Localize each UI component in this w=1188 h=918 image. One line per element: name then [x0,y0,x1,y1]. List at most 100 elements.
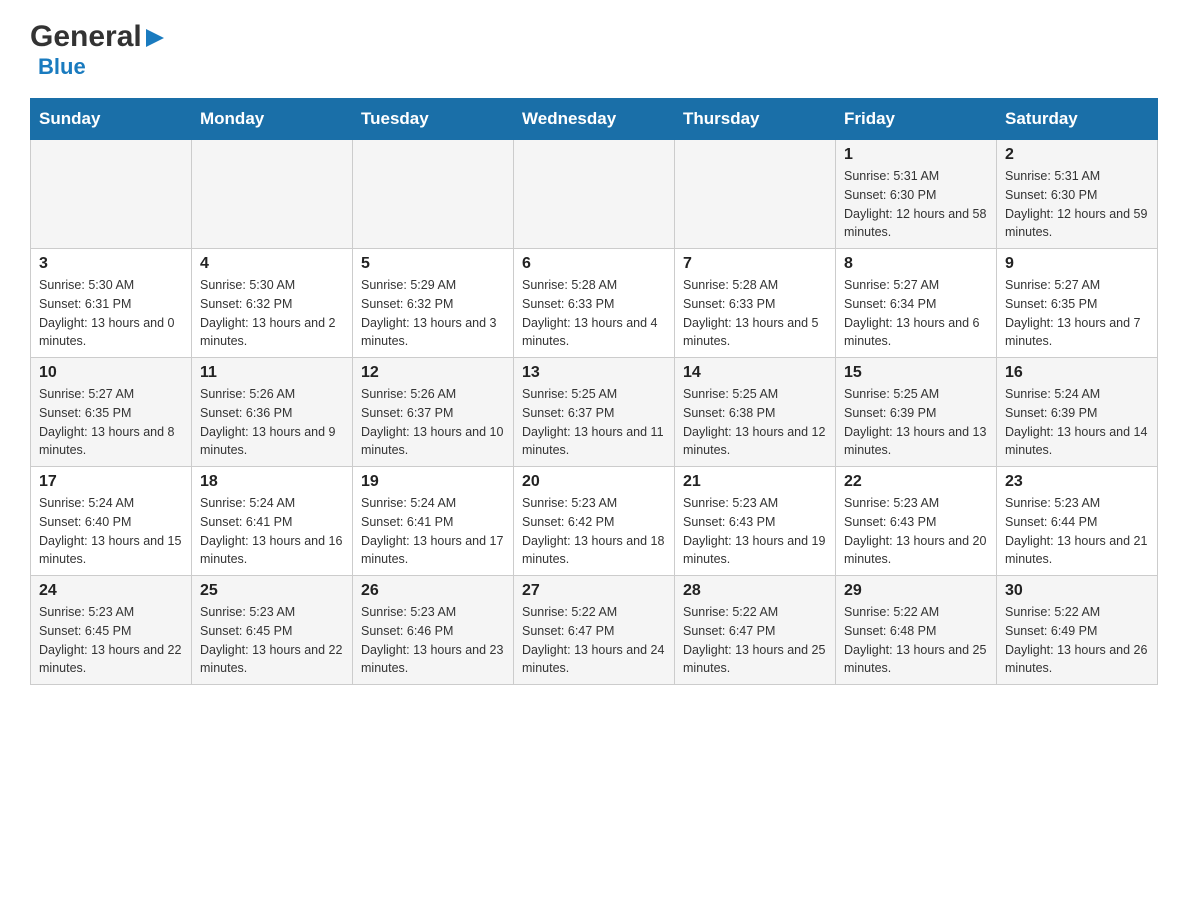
day-number: 19 [361,473,505,491]
day-number: 12 [361,364,505,382]
logo-arrow-icon [144,27,166,49]
calendar-cell: 22 Sunrise: 5:23 AMSunset: 6:43 PMDayligh… [836,467,997,576]
calendar-cell: 13 Sunrise: 5:25 AMSunset: 6:37 PMDayligh… [514,358,675,467]
day-number: 3 [39,255,183,273]
calendar-cell: 1 Sunrise: 5:31 AMSunset: 6:30 PMDaylight… [836,140,997,249]
weekday-header-friday: Friday [836,99,997,140]
day-number: 16 [1005,364,1149,382]
calendar-cell [675,140,836,249]
day-info: Sunrise: 5:24 AMSunset: 6:41 PMDaylight:… [200,494,344,569]
calendar-cell: 7Sunrise: 5:28 AMSunset: 6:33 PMDaylight… [675,249,836,358]
day-number: 2 [1005,146,1149,164]
day-number: 27 [522,582,666,600]
day-info: Sunrise: 5:22 AMSunset: 6:47 PMDaylight:… [522,603,666,678]
weekday-header-saturday: Saturday [997,99,1158,140]
weekday-header-wednesday: Wednesday [514,99,675,140]
calendar-cell [514,140,675,249]
day-number: 11 [200,364,344,382]
day-info: Sunrise: 5:22 AMSunset: 6:49 PMDaylight:… [1005,603,1149,678]
calendar-cell: 10 Sunrise: 5:27 AMSunset: 6:35 PMDayligh… [31,358,192,467]
calendar-cell: 5Sunrise: 5:29 AMSunset: 6:32 PMDaylight… [353,249,514,358]
calendar-cell [31,140,192,249]
weekday-header-tuesday: Tuesday [353,99,514,140]
day-info: Sunrise: 5:22 AMSunset: 6:48 PMDaylight:… [844,603,988,678]
day-number: 9 [1005,255,1149,273]
day-number: 7 [683,255,827,273]
day-number: 25 [200,582,344,600]
calendar-week-row: 17 Sunrise: 5:24 AMSunset: 6:40 PMDayligh… [31,467,1158,576]
calendar-week-row: 3 Sunrise: 5:30 AMSunset: 6:31 PMDaylight… [31,249,1158,358]
calendar-cell: 25 Sunrise: 5:23 AMSunset: 6:45 PMDayligh… [192,576,353,685]
day-info: Sunrise: 5:23 AMSunset: 6:45 PMDaylight:… [200,603,344,678]
logo: General Blue [30,20,166,80]
day-info: Sunrise: 5:25 AMSunset: 6:39 PMDaylight:… [844,385,988,460]
day-info: Sunrise: 5:24 AMSunset: 6:39 PMDaylight:… [1005,385,1149,460]
calendar-header-row: SundayMondayTuesdayWednesdayThursdayFrid… [31,99,1158,140]
day-number: 15 [844,364,988,382]
day-info: Sunrise: 5:24 AMSunset: 6:40 PMDaylight:… [39,494,183,569]
calendar-cell: 30 Sunrise: 5:22 AMSunset: 6:49 PMDayligh… [997,576,1158,685]
day-info: Sunrise: 5:23 AMSunset: 6:43 PMDaylight:… [844,494,988,569]
day-number: 21 [683,473,827,491]
calendar-cell: 24 Sunrise: 5:23 AMSunset: 6:45 PMDayligh… [31,576,192,685]
calendar-week-row: 1 Sunrise: 5:31 AMSunset: 6:30 PMDaylight… [31,140,1158,249]
calendar-table: SundayMondayTuesdayWednesdayThursdayFrid… [30,98,1158,685]
day-info: Sunrise: 5:27 AMSunset: 6:35 PMDaylight:… [39,385,183,460]
day-info: Sunrise: 5:23 AMSunset: 6:45 PMDaylight:… [39,603,183,678]
day-number: 26 [361,582,505,600]
day-number: 10 [39,364,183,382]
weekday-header-monday: Monday [192,99,353,140]
calendar-cell: 17 Sunrise: 5:24 AMSunset: 6:40 PMDayligh… [31,467,192,576]
day-info: Sunrise: 5:31 AMSunset: 6:30 PMDaylight:… [1005,167,1149,242]
day-number: 1 [844,146,988,164]
calendar-cell: 26Sunrise: 5:23 AMSunset: 6:46 PMDayligh… [353,576,514,685]
calendar-cell: 16 Sunrise: 5:24 AMSunset: 6:39 PMDayligh… [997,358,1158,467]
day-number: 23 [1005,473,1149,491]
day-number: 30 [1005,582,1149,600]
day-number: 17 [39,473,183,491]
day-number: 13 [522,364,666,382]
calendar-cell [192,140,353,249]
day-info: Sunrise: 5:22 AMSunset: 6:47 PMDaylight:… [683,603,827,678]
day-number: 24 [39,582,183,600]
calendar-week-row: 10 Sunrise: 5:27 AMSunset: 6:35 PMDayligh… [31,358,1158,467]
day-info: Sunrise: 5:30 AMSunset: 6:32 PMDaylight:… [200,276,344,351]
calendar-cell: 2 Sunrise: 5:31 AMSunset: 6:30 PMDaylight… [997,140,1158,249]
calendar-cell: 9 Sunrise: 5:27 AMSunset: 6:35 PMDaylight… [997,249,1158,358]
calendar-cell: 18 Sunrise: 5:24 AMSunset: 6:41 PMDayligh… [192,467,353,576]
logo-blue-text: Blue [38,54,86,79]
day-number: 8 [844,255,988,273]
weekday-header-thursday: Thursday [675,99,836,140]
calendar-cell [353,140,514,249]
day-info: Sunrise: 5:24 AMSunset: 6:41 PMDaylight:… [361,494,505,569]
day-info: Sunrise: 5:26 AMSunset: 6:36 PMDaylight:… [200,385,344,460]
day-info: Sunrise: 5:25 AMSunset: 6:37 PMDaylight:… [522,385,666,460]
calendar-cell: 23Sunrise: 5:23 AMSunset: 6:44 PMDayligh… [997,467,1158,576]
calendar-cell: 3 Sunrise: 5:30 AMSunset: 6:31 PMDaylight… [31,249,192,358]
day-number: 5 [361,255,505,273]
calendar-cell: 6Sunrise: 5:28 AMSunset: 6:33 PMDaylight… [514,249,675,358]
day-info: Sunrise: 5:23 AMSunset: 6:43 PMDaylight:… [683,494,827,569]
day-number: 20 [522,473,666,491]
weekday-header-sunday: Sunday [31,99,192,140]
day-number: 18 [200,473,344,491]
day-info: Sunrise: 5:30 AMSunset: 6:31 PMDaylight:… [39,276,183,351]
day-number: 28 [683,582,827,600]
day-info: Sunrise: 5:25 AMSunset: 6:38 PMDaylight:… [683,385,827,460]
calendar-cell: 4 Sunrise: 5:30 AMSunset: 6:32 PMDaylight… [192,249,353,358]
day-number: 22 [844,473,988,491]
calendar-cell: 15 Sunrise: 5:25 AMSunset: 6:39 PMDayligh… [836,358,997,467]
calendar-cell: 20Sunrise: 5:23 AMSunset: 6:42 PMDayligh… [514,467,675,576]
day-info: Sunrise: 5:27 AMSunset: 6:34 PMDaylight:… [844,276,988,351]
page-header: General Blue [30,20,1158,80]
calendar-cell: 11 Sunrise: 5:26 AMSunset: 6:36 PMDayligh… [192,358,353,467]
calendar-cell: 21 Sunrise: 5:23 AMSunset: 6:43 PMDayligh… [675,467,836,576]
day-info: Sunrise: 5:27 AMSunset: 6:35 PMDaylight:… [1005,276,1149,351]
day-number: 6 [522,255,666,273]
calendar-cell: 8 Sunrise: 5:27 AMSunset: 6:34 PMDaylight… [836,249,997,358]
calendar-cell: 28 Sunrise: 5:22 AMSunset: 6:47 PMDayligh… [675,576,836,685]
calendar-cell: 12 Sunrise: 5:26 AMSunset: 6:37 PMDayligh… [353,358,514,467]
day-info: Sunrise: 5:31 AMSunset: 6:30 PMDaylight:… [844,167,988,242]
day-info: Sunrise: 5:26 AMSunset: 6:37 PMDaylight:… [361,385,505,460]
day-number: 4 [200,255,344,273]
